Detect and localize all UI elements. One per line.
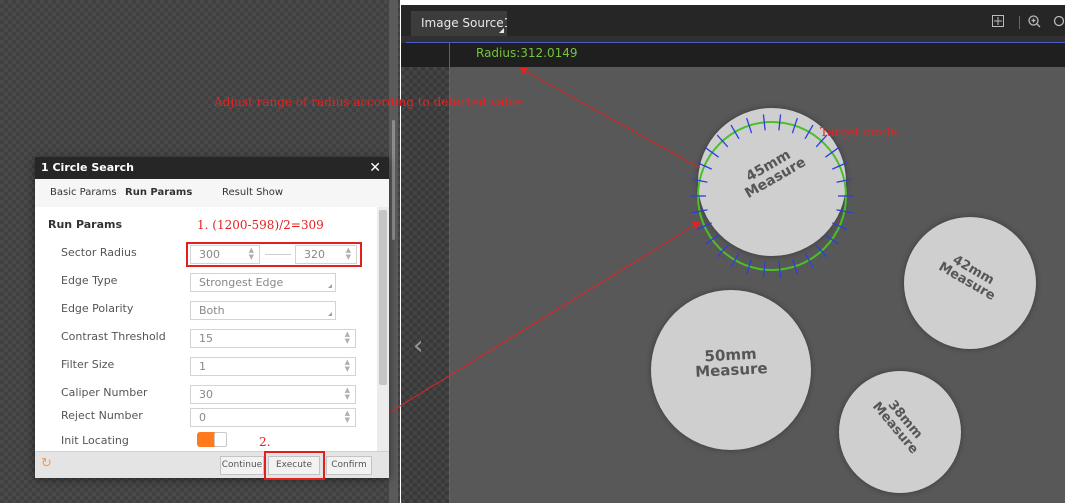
confirm-button[interactable]: Confirm [326,456,372,475]
screenshot-stage: Image Source1.C Radius:312.0149 ‹ [0,0,1065,503]
init-locating-toggle[interactable] [197,432,227,447]
highlight-sector-radius [186,242,362,267]
circle-search-dialog: 1 Circle Search ✕ Basic Params Run Param… [35,157,389,478]
dialog-footer: ↻ Continue Execute Confirm [35,451,389,478]
highlight-execute-button [264,451,325,480]
form-scrollbar[interactable] [377,207,389,451]
tab-result-show[interactable]: Result Show [222,187,283,198]
dialog-title: 1 Circle Search [41,161,134,174]
caliper-tick [804,252,814,268]
edge-polarity-value: Both [199,304,225,317]
filter-size-input[interactable]: 1 ▲ ▼ [190,357,356,376]
caliper-tick [730,124,740,140]
dropdown-icon [328,284,332,288]
row-label-reject-number: Reject Number [61,409,143,422]
row-label-init-locating: Init Locating [61,434,129,447]
caliper-tick [778,114,782,131]
caliper-tick [762,261,766,278]
caliper-tick [778,261,782,278]
continue-button[interactable]: Continue [220,456,264,475]
toggle-knob [214,432,227,447]
caliper-tick [804,124,814,140]
row-label-contrast-threshold: Contrast Threshold [61,330,166,343]
stepper-icon[interactable]: ▲ ▼ [345,410,350,424]
annotation-target-circle: Target circle [820,125,898,139]
tab-run-params[interactable]: Run Params [125,187,192,198]
close-icon[interactable]: ✕ [369,157,381,179]
stepper-icon[interactable]: ▲ ▼ [345,359,350,373]
row-label-filter-size: Filter Size [61,358,115,371]
row-label-edge-polarity: Edge Polarity [61,302,134,315]
caliper-tick [825,147,839,158]
edge-type-select[interactable]: Strongest Edge [190,273,336,292]
contrast-threshold-input[interactable]: 15 ▲ ▼ [190,329,356,348]
caliper-number-input[interactable]: 30 ▲ ▼ [190,385,356,404]
row-label-edge-type: Edge Type [61,274,118,287]
dropdown-icon [328,312,332,316]
filter-size-value: 1 [199,360,206,373]
refresh-icon[interactable]: ↻ [41,456,52,471]
reject-number-value: 0 [199,411,206,424]
caliper-tick [705,234,719,245]
stepper-icon[interactable]: ▲ ▼ [345,331,350,345]
edge-type-value: Strongest Edge [199,276,284,289]
annotation-arrow-radius [519,67,701,169]
section-title: Run Params [48,218,123,231]
dialog-titlebar[interactable]: 1 Circle Search ✕ [35,157,389,179]
caliper-tick [762,114,766,131]
tab-basic-params[interactable]: Basic Params [50,187,117,198]
caliper-number-value: 30 [199,388,213,401]
row-label-sector-radius: Sector Radius [61,246,137,259]
stepper-icon[interactable]: ▲ ▼ [345,387,350,401]
scrollbar-thumb[interactable] [379,210,387,385]
caliper-tick [705,147,719,158]
annotation-step2: 2. [259,435,271,449]
dialog-tabs: Basic Params Run Params Result Show [35,179,389,228]
annotation-step1: 1. (1200-598)/2=309 [197,218,324,232]
caliper-tick [730,252,740,268]
contrast-threshold-value: 15 [199,332,213,345]
edge-polarity-select[interactable]: Both [190,301,336,320]
reject-number-input[interactable]: 0 ▲ ▼ [190,408,356,427]
caliper-tick [825,234,839,245]
annotation-adjust-radius: Adjust range of radius according to dete… [214,95,524,109]
fitted-circle [697,121,847,271]
row-label-caliper-number: Caliper Number [61,386,148,399]
